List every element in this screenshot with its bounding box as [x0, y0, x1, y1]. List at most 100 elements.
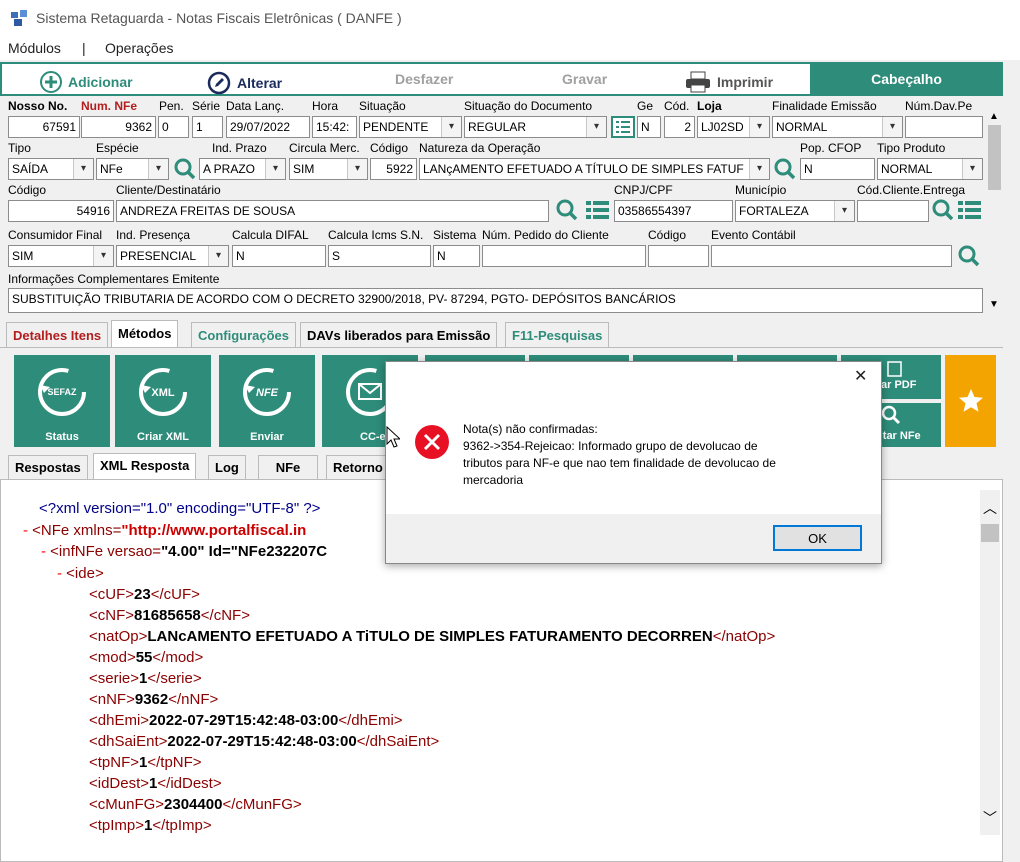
ind-prazo-select[interactable]: A PRAZO ▾ — [199, 158, 286, 180]
info-field[interactable]: SUBSTITUIÇÃO TRIBUTARIA DE ACORDO COM O … — [8, 288, 983, 313]
subtab-log[interactable]: Log — [208, 455, 246, 479]
xml-scrollbar[interactable]: ︿ ﹀ — [980, 490, 1000, 835]
chevron-up-icon: ▲ — [989, 111, 999, 122]
menu-modulos[interactable]: Módulos — [8, 40, 61, 56]
especie-select[interactable]: NFe ▾ — [96, 158, 169, 180]
xml-value: 2022-07-29T15:42:48-03:00 — [167, 733, 357, 750]
finalidade-select[interactable]: NORMAL ▾ — [772, 116, 903, 138]
favorites-tile[interactable] — [945, 355, 996, 447]
calc-difal-field[interactable]: N — [232, 245, 326, 267]
calc-icms-field[interactable]: S — [328, 245, 431, 267]
municipio-select[interactable]: FORTALEZA ▾ — [735, 200, 855, 222]
sit-doc-select[interactable]: REGULAR ▾ — [464, 116, 607, 138]
tab-f11-pesquisas[interactable]: F11-Pesquisas — [505, 322, 610, 347]
pen-field[interactable]: 0 — [158, 116, 189, 138]
serie-field[interactable]: 1 — [192, 116, 223, 138]
tipo-select[interactable]: SAÍDA ▾ — [8, 158, 94, 180]
num-dav-field[interactable] — [905, 116, 983, 138]
xml-open-tag: <tpNF> — [89, 754, 140, 771]
undo-button[interactable]: Desfazer — [395, 71, 453, 87]
menu-bar: Módulos | Operações — [0, 36, 1020, 60]
situacao-select[interactable]: PENDENTE ▾ — [359, 116, 462, 138]
scroll-thumb[interactable] — [988, 125, 1001, 190]
chevron-down-icon: ▾ — [265, 159, 285, 179]
xml-field-row: <cMunFG>2304400</cMunFG> — [89, 796, 302, 813]
tab-detalhes-itens[interactable]: Detalhes Itens — [6, 322, 109, 347]
label-cliente: Cliente/Destinatário — [116, 183, 221, 197]
codigo-cliente-field[interactable]: 54916 — [8, 200, 114, 222]
xml-close-tag: </serie> — [147, 670, 202, 687]
loja-select[interactable]: LJ02SD ▾ — [697, 116, 770, 138]
subtab-nfe[interactable]: NFe — [258, 455, 318, 479]
tab-metodos[interactable]: Métodos — [111, 320, 179, 347]
evento-field[interactable] — [711, 245, 952, 267]
ge-field[interactable]: N — [637, 116, 661, 138]
tab-cabecalho[interactable]: Cabeçalho — [810, 62, 1003, 96]
enviar-tile[interactable]: NFE Enviar — [219, 355, 315, 447]
natureza-select[interactable]: LANçAMENTO EFETUADO A TÍTULO DE SIMPLES … — [419, 158, 770, 180]
label-loja: Loja — [697, 99, 722, 113]
edit-button[interactable]: Alterar — [207, 71, 282, 95]
add-button[interactable]: Adicionar — [40, 71, 133, 93]
label-cod: Cód. — [664, 99, 690, 113]
cod-field[interactable]: 2 — [664, 116, 695, 138]
star-icon — [959, 389, 983, 412]
num-pedido-field[interactable] — [482, 245, 646, 267]
chevron-down-icon: ▾ — [73, 159, 93, 179]
cliente-field[interactable]: ANDREZA FREITAS DE SOUSA — [116, 200, 549, 222]
list-icon[interactable] — [585, 199, 611, 221]
codigo-natureza-field[interactable]: 5922 — [370, 158, 417, 180]
ind-presenca-select[interactable]: PRESENCIAL ▾ — [116, 245, 229, 267]
pdf-label: ar PDF — [881, 379, 917, 391]
hora-field[interactable]: 15:42: — [312, 116, 357, 138]
xml-field-row: <idDest>1</idDest> — [89, 775, 222, 792]
sistema-field[interactable]: N — [433, 245, 480, 267]
pop-cfop-field[interactable]: N — [800, 158, 875, 180]
dialog-line-1: 9362->354-Rejeicao: Informado grupo de d… — [463, 439, 758, 453]
subtab-retorno[interactable]: Retorno — [326, 455, 392, 479]
criar-xml-tile[interactable]: XML Criar XML — [115, 355, 211, 447]
cnpj-field[interactable]: 03586554397 — [614, 200, 733, 222]
save-label: Gravar — [562, 71, 608, 87]
ok-button[interactable]: OK — [773, 525, 862, 551]
save-button[interactable]: Gravar — [562, 71, 607, 87]
tab-configuracoes[interactable]: Configurações — [191, 322, 297, 347]
close-icon[interactable]: ✕ — [854, 366, 867, 386]
collapse-icon[interactable]: - — [23, 522, 28, 539]
dialog-line-2: tributos para NF-e que nao tem finalidad… — [463, 456, 776, 470]
consumidor-select[interactable]: SIM ▾ — [8, 245, 114, 267]
data-lanc-field[interactable]: 29/07/2022 — [226, 116, 310, 138]
xml-field-row: <natOp>LANcAMENTO EFETUADO A TiTULO DE S… — [89, 628, 775, 645]
tab-divider — [0, 347, 1003, 348]
search-icon[interactable] — [957, 244, 981, 268]
subtab-xml-resposta[interactable]: XML Resposta — [93, 453, 197, 479]
search-icon[interactable] — [555, 198, 579, 222]
status-tile[interactable]: SEFAZ Status — [14, 355, 110, 447]
circula-select[interactable]: SIM ▾ — [289, 158, 368, 180]
scroll-thumb[interactable] — [981, 524, 999, 542]
num-nfe-field[interactable]: 9362 — [81, 116, 156, 138]
status-label: Status — [45, 431, 79, 443]
tipo-produto-select[interactable]: NORMAL ▾ — [877, 158, 983, 180]
subtab-respostas[interactable]: Respostas — [8, 455, 88, 479]
xml-open-tag: <mod> — [89, 649, 136, 666]
xml-value: 9362 — [134, 691, 169, 708]
search-icon[interactable] — [931, 198, 955, 222]
xml-value: 2304400 — [164, 796, 223, 813]
search-icon[interactable] — [173, 157, 197, 181]
form-scrollbar[interactable]: ▲ ▼ — [986, 105, 1003, 315]
tab-davs[interactable]: DAVs liberados para Emissão — [300, 322, 498, 347]
print-button[interactable]: Imprimir — [685, 71, 773, 93]
list-icon[interactable] — [611, 116, 635, 138]
situacao-value: PENDENTE — [363, 120, 429, 134]
collapse-icon[interactable]: - — [41, 543, 46, 560]
collapse-icon[interactable]: - — [57, 565, 62, 582]
list-icon[interactable] — [957, 199, 983, 221]
nosso-no-field[interactable]: 67591 — [8, 116, 80, 138]
codigo-evento-field[interactable] — [648, 245, 709, 267]
menu-operacoes[interactable]: Operações — [105, 40, 173, 56]
xml-value: 55 — [135, 649, 153, 666]
xml-value: 23 — [134, 586, 151, 603]
cod-cliente-field[interactable] — [857, 200, 929, 222]
search-icon[interactable] — [773, 157, 797, 181]
